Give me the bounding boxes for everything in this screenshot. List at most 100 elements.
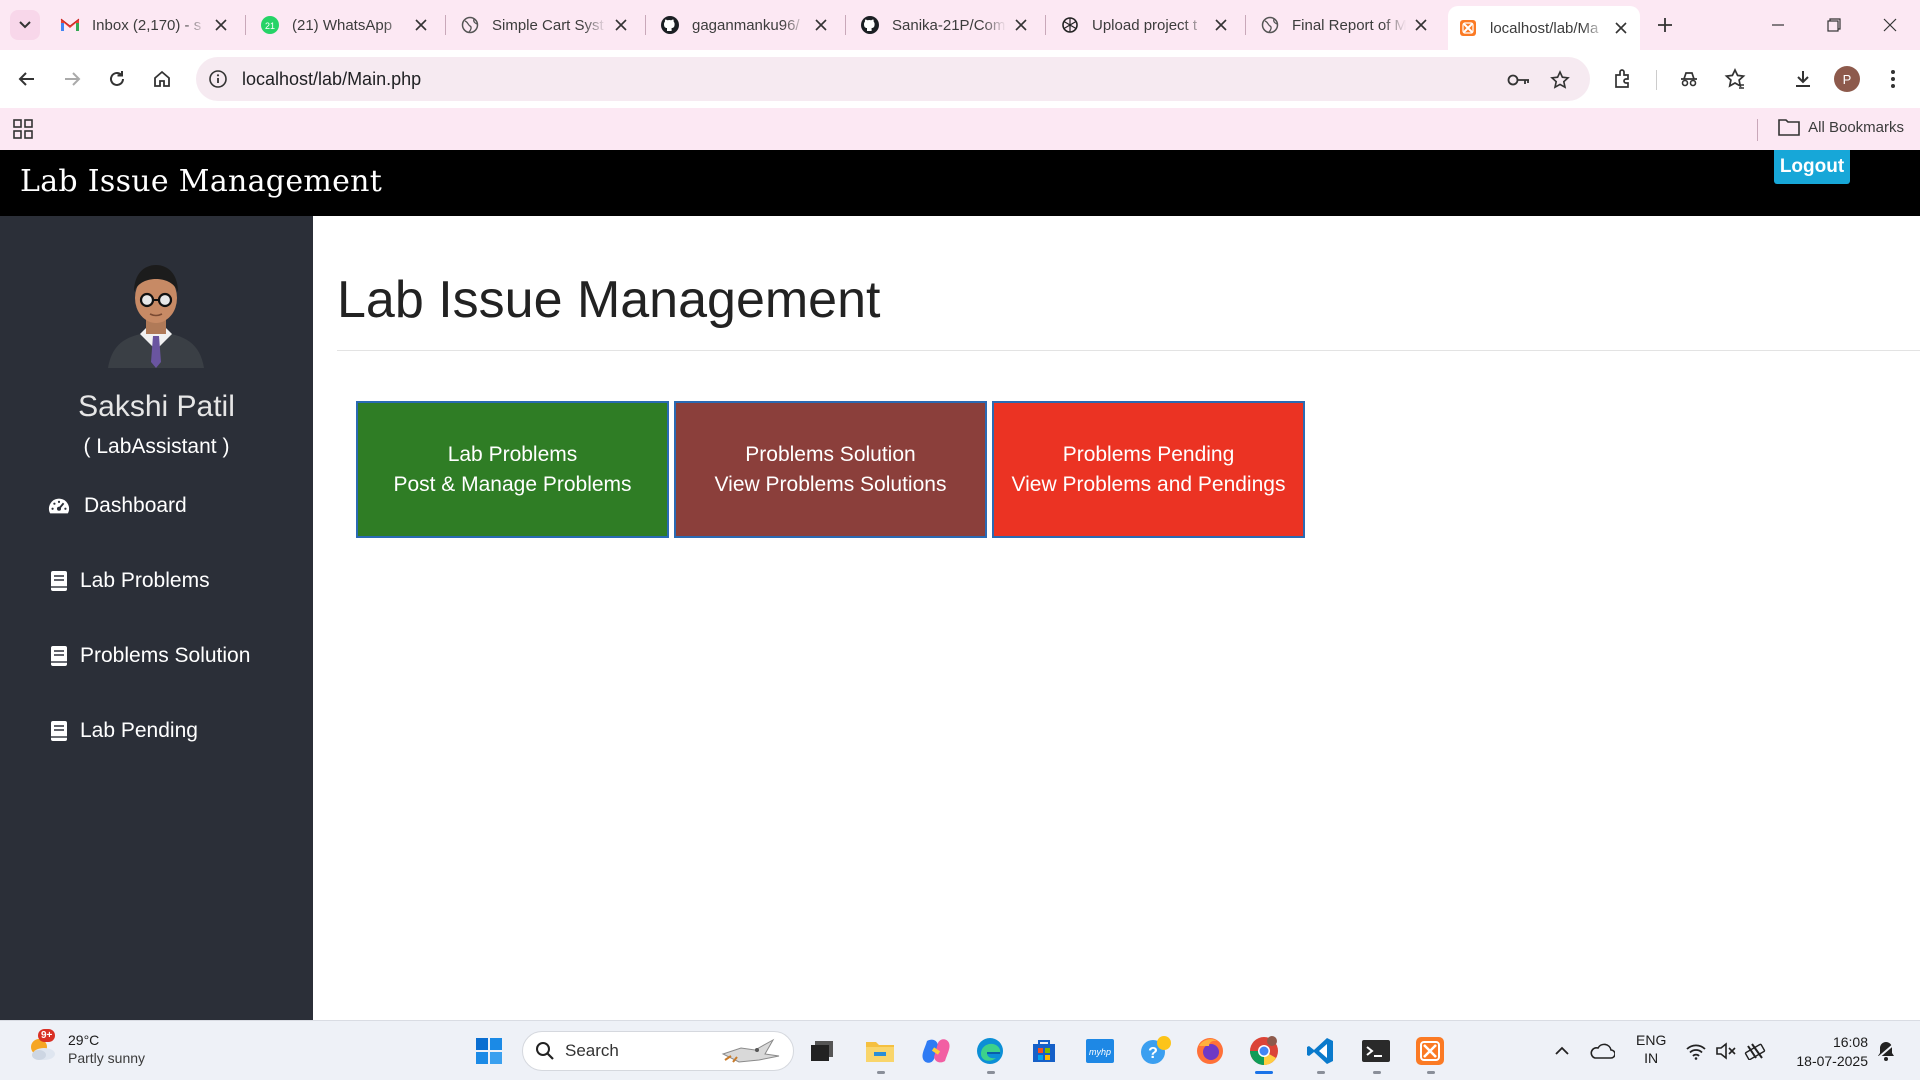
all-bookmarks-label: All Bookmarks xyxy=(1808,118,1904,136)
kebab-menu-icon[interactable] xyxy=(1876,62,1910,96)
close-icon[interactable] xyxy=(1012,16,1030,34)
sidebar: Sakshi Patil ( LabAssistant ) Dashboard … xyxy=(0,216,313,1020)
url-text[interactable]: localhost/lab/Main.php xyxy=(242,69,421,90)
weather-description: Partly sunny xyxy=(68,1050,146,1066)
whatsapp-icon: 21 xyxy=(260,15,280,35)
card-problems-pending[interactable]: Problems Pending View Problems and Pendi… xyxy=(992,401,1305,538)
sidebar-item-dashboard[interactable]: Dashboard xyxy=(48,494,187,518)
card-lab-problems[interactable]: Lab Problems Post & Manage Problems xyxy=(356,401,669,538)
close-icon[interactable] xyxy=(212,16,230,34)
card-problems-solution[interactable]: Problems Solution View Problems Solution… xyxy=(674,401,987,538)
password-key-icon[interactable] xyxy=(1506,67,1532,93)
notification-bell-icon[interactable] xyxy=(1868,1033,1904,1069)
xampp-icon[interactable] xyxy=(1412,1033,1448,1069)
home-button[interactable] xyxy=(145,62,179,96)
terminal-icon[interactable] xyxy=(1358,1033,1394,1069)
running-indicator xyxy=(987,1071,995,1074)
bookmark-star-icon[interactable] xyxy=(1547,67,1573,93)
tab-search-chevron-icon[interactable] xyxy=(10,10,40,40)
browser-toolbar: localhost/lab/Main.php P xyxy=(0,50,1920,108)
close-icon[interactable] xyxy=(1212,16,1230,34)
tab-localhost-active[interactable]: localhost/lab/Ma xyxy=(1448,6,1640,50)
openai-icon xyxy=(1060,15,1080,35)
logout-button[interactable]: Logout xyxy=(1774,150,1850,184)
running-indicator xyxy=(1373,1071,1381,1074)
close-icon[interactable] xyxy=(812,16,830,34)
reload-button[interactable] xyxy=(100,62,134,96)
taskbar-search[interactable]: Search xyxy=(522,1031,794,1071)
back-button[interactable] xyxy=(10,62,44,96)
minimize-button[interactable] xyxy=(1750,0,1806,50)
microsoft-store-icon[interactable] xyxy=(1026,1033,1062,1069)
tab-title: Simple Cart Syst xyxy=(492,16,604,34)
close-icon xyxy=(1883,18,1897,32)
tab-strip: Inbox (2,170) - s 21 (21) WhatsApp Simpl… xyxy=(0,0,1920,50)
region-code: IN xyxy=(1644,1050,1659,1066)
search-icon xyxy=(536,1042,554,1060)
back-arrow-icon xyxy=(18,72,34,86)
system-clock[interactable]: 16:08 18-07-2025 xyxy=(1796,1033,1868,1071)
sidebar-item-label: Problems Solution xyxy=(80,644,251,667)
card-subtitle: View Problems Solutions xyxy=(714,472,947,496)
tab-title: Upload project t xyxy=(1092,16,1198,34)
windows-start-button[interactable] xyxy=(471,1033,507,1069)
close-window-button[interactable] xyxy=(1862,0,1918,50)
close-icon[interactable] xyxy=(412,16,430,34)
running-indicator xyxy=(1427,1071,1435,1074)
clock-time: 16:08 xyxy=(1832,1034,1868,1050)
incognito-icon[interactable] xyxy=(1672,62,1706,96)
running-indicator xyxy=(1317,1071,1325,1074)
chrome-icon[interactable] xyxy=(1246,1033,1282,1069)
site-info-icon[interactable] xyxy=(206,67,230,91)
sidebar-item-lab-pending[interactable]: Lab Pending xyxy=(48,719,198,743)
sidebar-item-label: Dashboard xyxy=(84,494,187,517)
tab-github-gaganmanku[interactable]: gaganmanku96/ xyxy=(650,6,840,44)
downloads-icon[interactable] xyxy=(1786,62,1820,96)
show-hidden-icons-chevron-icon[interactable] xyxy=(1544,1033,1580,1069)
card-title: Lab Problems xyxy=(447,442,578,466)
tab-whatsapp[interactable]: 21 (21) WhatsApp xyxy=(250,6,440,44)
forward-button[interactable] xyxy=(55,62,89,96)
firefox-icon[interactable] xyxy=(1192,1033,1228,1069)
search-highlight-bird-icon xyxy=(721,1038,780,1063)
get-help-icon[interactable]: ? xyxy=(1138,1033,1174,1069)
copilot-icon[interactable] xyxy=(918,1033,954,1069)
tab-simple-cart[interactable]: Simple Cart Syst xyxy=(450,6,640,44)
tab-title: (21) WhatsApp xyxy=(292,16,393,34)
vscode-icon[interactable] xyxy=(1302,1033,1338,1069)
svg-text:myhp: myhp xyxy=(1089,1047,1111,1057)
tab-upload-project[interactable]: Upload project t xyxy=(1050,6,1240,44)
card-subtitle: Post & Manage Problems xyxy=(393,472,632,496)
apps-grid-icon[interactable] xyxy=(12,118,34,140)
tab-github-sanika[interactable]: Sanika-21P/Com xyxy=(850,6,1040,44)
address-bar[interactable]: localhost/lab/Main.php xyxy=(196,57,1590,101)
tab-gmail[interactable]: Inbox (2,170) - s xyxy=(50,6,240,44)
weather-widget[interactable]: 9+ 29°C Partly sunny xyxy=(26,1029,146,1067)
restore-button[interactable] xyxy=(1806,0,1862,50)
sidebar-item-lab-problems[interactable]: Lab Problems xyxy=(48,569,210,593)
all-bookmarks-button[interactable]: All Bookmarks xyxy=(1778,118,1904,136)
tab-final-report[interactable]: Final Report of M xyxy=(1250,6,1440,44)
reading-list-icon[interactable] xyxy=(1718,62,1752,96)
new-tab-button[interactable] xyxy=(1650,10,1680,40)
extensions-icon[interactable] xyxy=(1606,62,1640,96)
tab-separator xyxy=(245,15,246,35)
title-divider xyxy=(337,350,1920,351)
close-icon[interactable] xyxy=(612,16,630,34)
language-indicator[interactable]: ENG IN xyxy=(1636,1031,1666,1067)
task-view-icon[interactable] xyxy=(804,1033,840,1069)
myhp-icon[interactable]: myhp xyxy=(1082,1033,1118,1069)
edge-browser-icon[interactable] xyxy=(972,1033,1008,1069)
brand-title[interactable]: Lab Issue Management xyxy=(20,164,382,199)
sidebar-item-problems-solution[interactable]: Problems Solution xyxy=(48,644,250,668)
file-explorer-icon[interactable] xyxy=(862,1033,898,1069)
profile-avatar[interactable]: P xyxy=(1834,66,1860,92)
github-icon xyxy=(860,15,880,35)
folder-icon xyxy=(1778,119,1800,136)
github-icon xyxy=(660,15,680,35)
tab-separator xyxy=(845,15,846,35)
close-icon[interactable] xyxy=(1612,19,1630,37)
onedrive-cloud-icon[interactable] xyxy=(1584,1033,1620,1069)
close-icon[interactable] xyxy=(1412,16,1430,34)
battery-charging-icon[interactable] xyxy=(1738,1033,1774,1069)
